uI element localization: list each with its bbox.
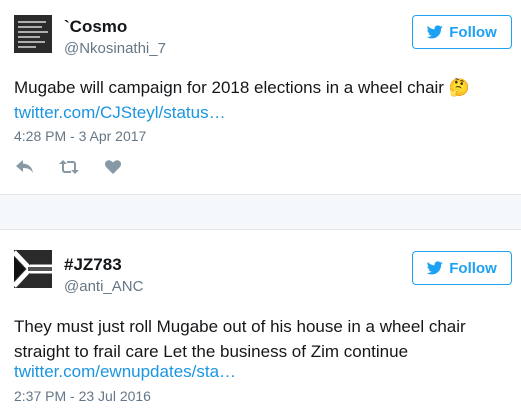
avatar[interactable]	[14, 15, 52, 53]
user-handle[interactable]: @anti_ANC	[64, 278, 143, 295]
display-name[interactable]: #JZ783	[64, 255, 122, 275]
tweet-text: They must just roll Mugabe out of his ho…	[14, 314, 514, 364]
timestamp[interactable]: 4:28 PM - 3 Apr 2017	[14, 128, 146, 144]
tweet-text-body: Mugabe will campaign for 2018 elections …	[14, 78, 444, 97]
thinking-face-icon: 🤔	[448, 78, 470, 97]
reply-icon[interactable]	[14, 158, 36, 176]
user-handle[interactable]: @Nkosinathi_7	[64, 40, 166, 57]
twitter-bird-icon	[427, 25, 443, 39]
tweet-text: Mugabe will campaign for 2018 elections …	[14, 75, 514, 100]
timeline-separator	[0, 194, 521, 230]
like-icon[interactable]	[102, 158, 124, 176]
twitter-bird-icon	[427, 261, 443, 275]
flag-avatar-image	[14, 250, 52, 288]
avatar[interactable]	[14, 250, 52, 288]
retweet-icon[interactable]	[58, 158, 80, 176]
follow-label: Follow	[449, 259, 497, 277]
timestamp[interactable]: 2:37 PM - 23 Jul 2016	[14, 388, 151, 404]
tweet-link[interactable]: twitter.com/CJSteyl/status…	[14, 103, 226, 123]
follow-button[interactable]: Follow	[412, 15, 512, 49]
tweet-card: `Cosmo @Nkosinathi_7 Follow Mugabe will …	[0, 0, 521, 194]
tweet-actions	[14, 158, 124, 176]
follow-label: Follow	[449, 23, 497, 41]
tweet-text-line: They must just roll Mugabe out of his ho…	[14, 317, 466, 336]
follow-button[interactable]: Follow	[412, 251, 512, 285]
tweet-link[interactable]: twitter.com/ewnupdates/sta…	[14, 362, 236, 382]
tweet-text-line: straight to frail care Let the business …	[14, 342, 409, 361]
display-name[interactable]: `Cosmo	[64, 17, 127, 37]
